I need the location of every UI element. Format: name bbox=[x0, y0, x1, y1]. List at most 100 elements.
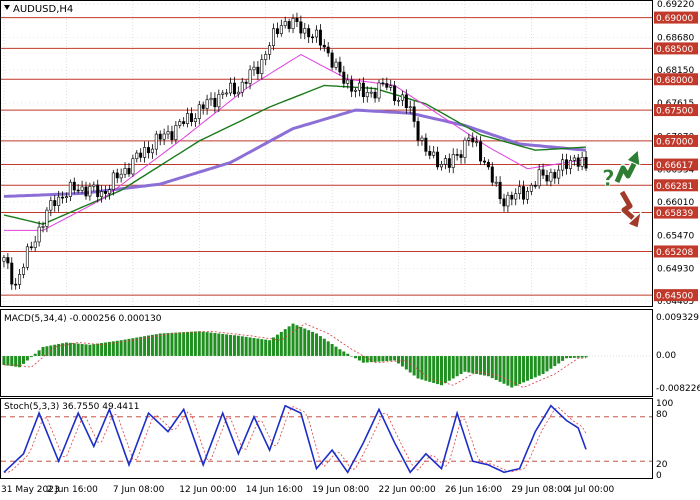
candle-body bbox=[272, 28, 276, 46]
level-label: 0.67500 bbox=[656, 107, 693, 117]
candle-body bbox=[486, 161, 490, 168]
candle-body bbox=[29, 246, 33, 249]
candle-body bbox=[53, 200, 57, 206]
candle-body bbox=[21, 266, 25, 275]
macd-bar bbox=[240, 336, 244, 356]
macd-bar bbox=[123, 339, 127, 356]
macd-bar bbox=[96, 343, 100, 356]
macd-bar bbox=[72, 343, 76, 356]
candle-body bbox=[205, 99, 209, 109]
candle-body bbox=[72, 181, 76, 191]
candle-body bbox=[490, 166, 494, 183]
macd-bar bbox=[541, 355, 545, 374]
candle-body bbox=[92, 184, 96, 187]
candle-body bbox=[18, 274, 22, 285]
macd-bar bbox=[404, 355, 408, 370]
macd-bar bbox=[471, 355, 475, 374]
candle-body bbox=[354, 89, 358, 92]
candle-body bbox=[311, 36, 315, 39]
candle-body bbox=[365, 92, 369, 98]
candle-body bbox=[350, 79, 354, 92]
macd-bar bbox=[115, 340, 119, 356]
candle-body bbox=[104, 191, 108, 194]
candle-body bbox=[10, 262, 14, 285]
candle-body bbox=[545, 174, 549, 182]
macd-bar bbox=[506, 355, 510, 386]
price-axis-label: 0.66010 bbox=[657, 198, 694, 208]
candle-body bbox=[455, 154, 459, 156]
candle-body bbox=[522, 186, 526, 200]
macd-bar bbox=[268, 340, 272, 356]
candle-body bbox=[14, 283, 18, 286]
macd-bar bbox=[225, 334, 229, 356]
macd-bar bbox=[45, 346, 49, 356]
candle-body bbox=[41, 226, 45, 228]
macd-bar bbox=[314, 333, 318, 356]
candle-body bbox=[506, 194, 510, 207]
candle-body bbox=[25, 246, 29, 268]
macd-bar bbox=[514, 355, 518, 386]
candle-body bbox=[275, 28, 279, 34]
candle-body bbox=[467, 137, 471, 141]
time-label: 14 Jun 16:00 bbox=[246, 485, 303, 495]
candle-body bbox=[525, 191, 529, 200]
candle-body bbox=[357, 82, 361, 91]
stoch-axis-100: 100 bbox=[656, 399, 673, 409]
candle-body bbox=[45, 209, 49, 227]
candle-body bbox=[432, 151, 436, 156]
candle-body bbox=[84, 186, 88, 197]
candle-body bbox=[201, 104, 205, 109]
macd-bar bbox=[334, 346, 338, 356]
candle-body bbox=[471, 137, 475, 143]
candle-body bbox=[307, 28, 311, 38]
candle-body bbox=[279, 25, 283, 34]
candle-body bbox=[80, 186, 84, 191]
time-label: 19 Jun 08:00 bbox=[312, 485, 369, 495]
time-label: 22 Jun 00:00 bbox=[379, 485, 436, 495]
macd-bar bbox=[568, 355, 572, 359]
macd-bar bbox=[256, 338, 260, 356]
candle-body bbox=[260, 59, 264, 75]
candle-body bbox=[377, 82, 381, 99]
time-label: 2 Jun 16:00 bbox=[46, 485, 98, 495]
macd-bar bbox=[479, 355, 483, 375]
macd-bar bbox=[213, 333, 217, 356]
candle-body bbox=[510, 194, 514, 200]
macd-bar bbox=[522, 355, 526, 383]
macd-bar bbox=[150, 334, 154, 356]
candle-body bbox=[139, 152, 143, 158]
candle-body bbox=[385, 83, 389, 88]
candle-body bbox=[33, 241, 37, 248]
macd-bar bbox=[447, 355, 451, 381]
macd-bar bbox=[84, 344, 88, 356]
candle-body bbox=[451, 154, 455, 168]
candle-body bbox=[314, 29, 318, 38]
macd-bar bbox=[209, 332, 213, 356]
macd-bar bbox=[229, 334, 233, 356]
time-label: 12 Jun 00:00 bbox=[179, 485, 236, 495]
price-panel-frame bbox=[0, 0, 653, 307]
candle-body bbox=[119, 173, 123, 179]
candle-body bbox=[568, 160, 572, 169]
candle-body bbox=[447, 158, 451, 168]
candle-body bbox=[244, 81, 248, 84]
macd-bar bbox=[561, 355, 565, 361]
macd-bar bbox=[455, 355, 459, 377]
macd-bar bbox=[416, 355, 420, 379]
trading-chart[interactable]: 0.692200.686800.681500.676150.670700.665… bbox=[0, 0, 700, 500]
macd-bar bbox=[25, 355, 29, 361]
macd-bar bbox=[451, 355, 455, 379]
candle-body bbox=[338, 61, 342, 73]
stoch-title: Stoch(5,3,3) 36.7550 49.4411 bbox=[4, 402, 139, 412]
macd-bar bbox=[170, 332, 174, 356]
stoch-axis-20: 20 bbox=[656, 460, 668, 470]
macd-bar bbox=[291, 323, 295, 356]
stoch-axis-80: 80 bbox=[656, 410, 668, 420]
macd-bar bbox=[549, 355, 553, 369]
macd-bar bbox=[377, 355, 381, 362]
level-labels: 0.69000 0.68500 0.68000 0.67500 0.67000 0.666… bbox=[654, 11, 698, 302]
macd-bar bbox=[174, 332, 178, 356]
candle-body bbox=[268, 45, 272, 55]
level-label: 0.67000 bbox=[656, 137, 693, 147]
candle-body bbox=[299, 21, 303, 34]
